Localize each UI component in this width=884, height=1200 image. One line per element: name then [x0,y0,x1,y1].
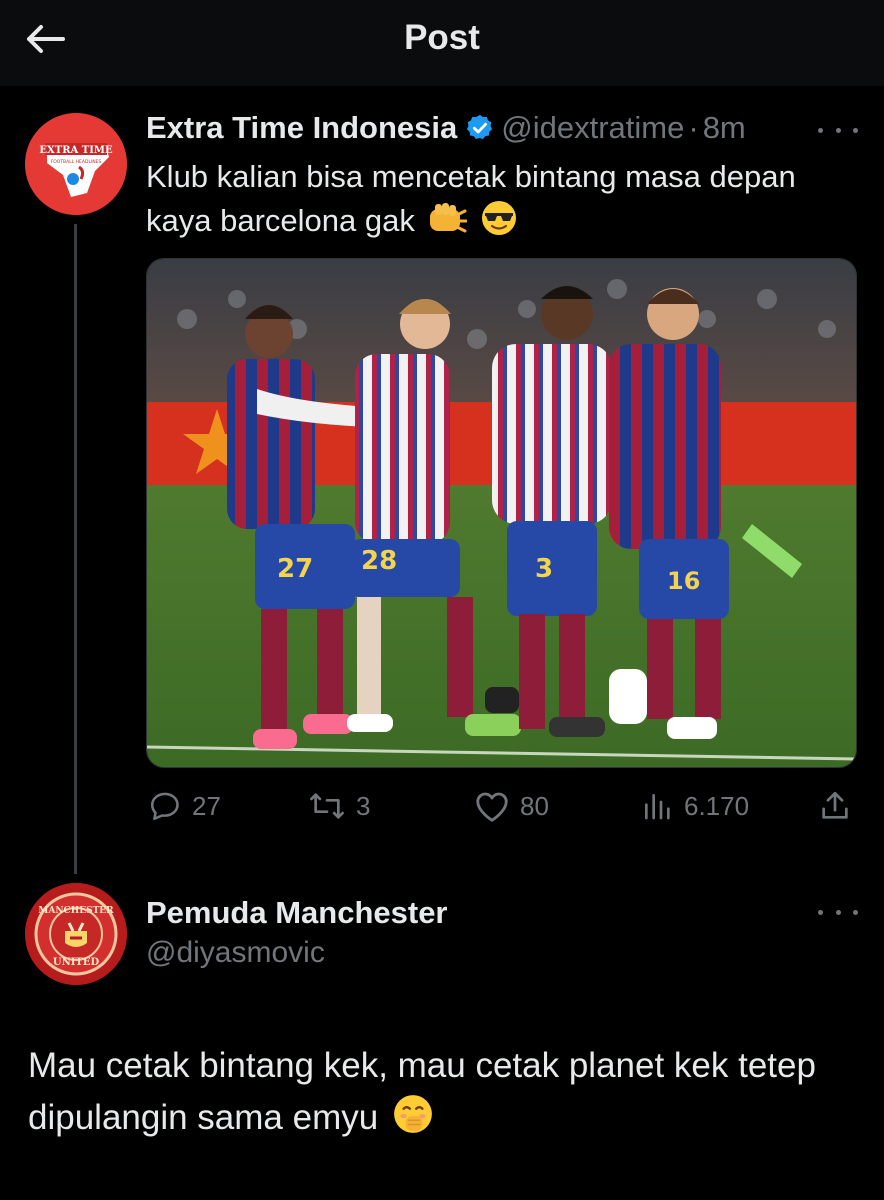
heart-icon [474,789,510,823]
post-time[interactable]: 8m [703,110,746,146]
views-count: 6.170 [684,790,750,821]
reply-more-options-button[interactable] [818,902,858,922]
sunglasses-emoji [480,199,518,249]
tweet-header: Extra Time Indonesia @idextratime · 8m [146,110,746,146]
tweet-text: Klub kalian bisa mencetak bintang masa d… [146,155,866,249]
share-icon [818,789,852,823]
fist-bump-emoji [427,201,468,249]
reply-author-handle[interactable]: @diyasmovic [146,936,325,970]
page-title: Post [404,18,480,57]
more-dot-icon [818,127,823,133]
retweet-icon [308,789,346,823]
retweet-count: 3 [356,790,371,821]
svg-text:EXTRA TIME: EXTRA TIME [39,145,113,156]
avatar-extra-time[interactable]: EXTRA TIME FOOTBALL HEADLINES [25,113,127,215]
verified-badge-icon [465,113,495,143]
svg-text:UNITED: UNITED [53,957,100,968]
avatar-pemuda-manchester[interactable]: MANCHESTER UNITED [25,883,127,985]
svg-text:MANCHESTER: MANCHESTER [38,906,114,916]
more-options-button[interactable] [818,120,858,140]
views-button[interactable]: 6.170 [640,786,749,826]
svg-text:28: 28 [361,546,397,576]
author-display-name[interactable]: Extra Time Indonesia [146,110,457,146]
author-handle[interactable]: @idextratime [501,110,684,146]
tweet-media-image[interactable]: 27 28 3 16 [146,258,857,768]
more-dot-icon [835,909,841,915]
tweet-body: Klub kalian bisa mencetak bintang masa d… [146,159,796,238]
reply-button[interactable]: 27 [148,786,221,826]
svg-text:16: 16 [667,567,700,595]
retweet-button[interactable]: 3 [308,786,370,826]
like-count: 80 [520,790,549,821]
more-dot-icon [818,909,823,915]
manchester-united-crest: MANCHESTER UNITED [25,883,127,985]
top-bar: Post [0,0,884,86]
reply-count: 27 [192,790,221,821]
like-button[interactable]: 80 [474,786,549,826]
svg-text:3: 3 [535,554,553,584]
separator-dot: · [688,110,699,145]
players-photo: 27 28 3 16 [147,259,856,767]
svg-text:FOOTBALL HEADLINES: FOOTBALL HEADLINES [51,159,102,165]
views-chart-icon [640,790,674,822]
more-dot-icon [853,127,858,133]
share-button[interactable] [818,786,862,826]
more-dot-icon [853,909,858,915]
svg-text:27: 27 [277,554,313,584]
thread-connector-line [74,224,77,874]
reply-author-display-name[interactable]: Pemuda Manchester [146,895,448,931]
reply-icon [148,789,182,823]
extra-time-logo: EXTRA TIME FOOTBALL HEADLINES [25,113,127,215]
more-dot-icon [835,127,841,133]
hand-over-mouth-emoji [392,1093,434,1150]
reply-text: Mau cetak bintang kek, mau cetak planet … [28,1040,868,1150]
